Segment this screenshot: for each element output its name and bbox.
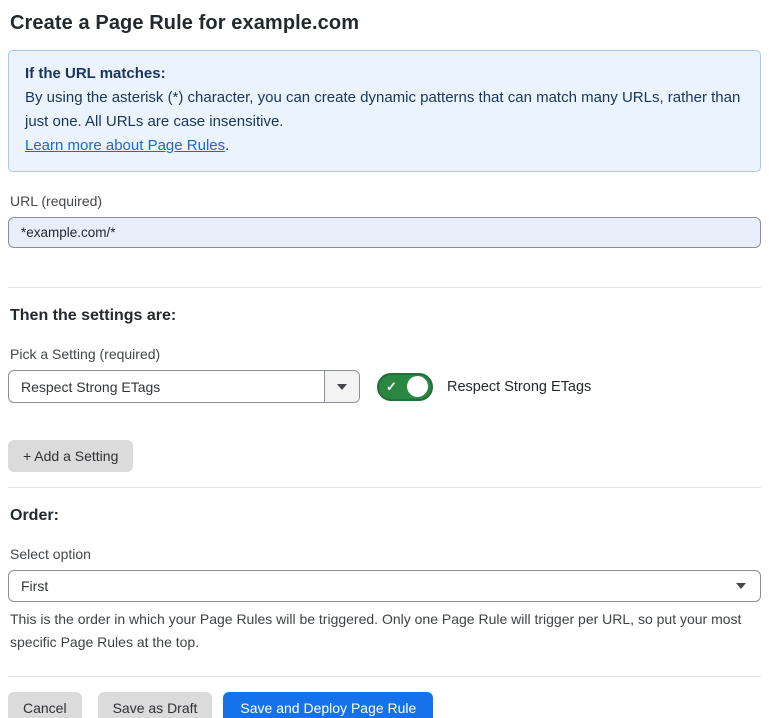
order-select-dropdown[interactable]: First	[8, 570, 761, 602]
url-field-label: URL (required)	[8, 193, 761, 209]
order-section-heading: Order:	[8, 507, 761, 525]
setting-picker-label: Pick a Setting (required)	[8, 346, 761, 362]
respect-strong-etags-toggle[interactable]: ✓	[377, 373, 433, 401]
setting-picker-value: Respect Strong ETags	[9, 371, 324, 402]
url-match-info-box: If the URL matches: By using the asteris…	[8, 50, 761, 172]
cancel-button[interactable]: Cancel	[8, 692, 82, 718]
add-setting-button[interactable]: + Add a Setting	[8, 440, 133, 472]
chevron-down-icon	[337, 384, 347, 390]
url-input[interactable]	[8, 217, 761, 248]
chevron-down-icon	[736, 583, 746, 589]
order-select-label: Select option	[8, 546, 761, 562]
toggle-label: Respect Strong ETags	[447, 379, 591, 395]
setting-row: Respect Strong ETags ✓ Respect Strong ET…	[8, 370, 761, 403]
info-box-link-line: Learn more about Page Rules.	[25, 134, 744, 158]
link-suffix: .	[225, 137, 229, 154]
check-icon: ✓	[386, 380, 397, 393]
info-box-heading: If the URL matches:	[25, 62, 744, 86]
toggle-knob	[407, 376, 428, 397]
setting-picker-arrow-segment[interactable]	[324, 371, 359, 402]
order-select-value: First	[21, 578, 736, 594]
settings-section-heading: Then the settings are:	[8, 307, 761, 325]
order-help-text: This is the order in which your Page Rul…	[8, 608, 753, 654]
footer-actions: Cancel Save as Draft Save and Deploy Pag…	[8, 692, 761, 718]
toggle-wrap: ✓ Respect Strong ETags	[377, 373, 591, 401]
setting-picker-dropdown[interactable]: Respect Strong ETags	[8, 370, 360, 403]
save-as-draft-button[interactable]: Save as Draft	[98, 692, 213, 718]
create-page-rule-form: Create a Page Rule for example.com If th…	[0, 0, 769, 718]
info-box-body: By using the asterisk (*) character, you…	[25, 86, 744, 134]
save-and-deploy-button[interactable]: Save and Deploy Page Rule	[223, 692, 433, 718]
divider	[8, 676, 761, 677]
learn-more-link[interactable]: Learn more about Page Rules	[25, 137, 225, 154]
divider	[8, 287, 761, 288]
divider	[8, 487, 761, 488]
page-title: Create a Page Rule for example.com	[8, 12, 761, 35]
